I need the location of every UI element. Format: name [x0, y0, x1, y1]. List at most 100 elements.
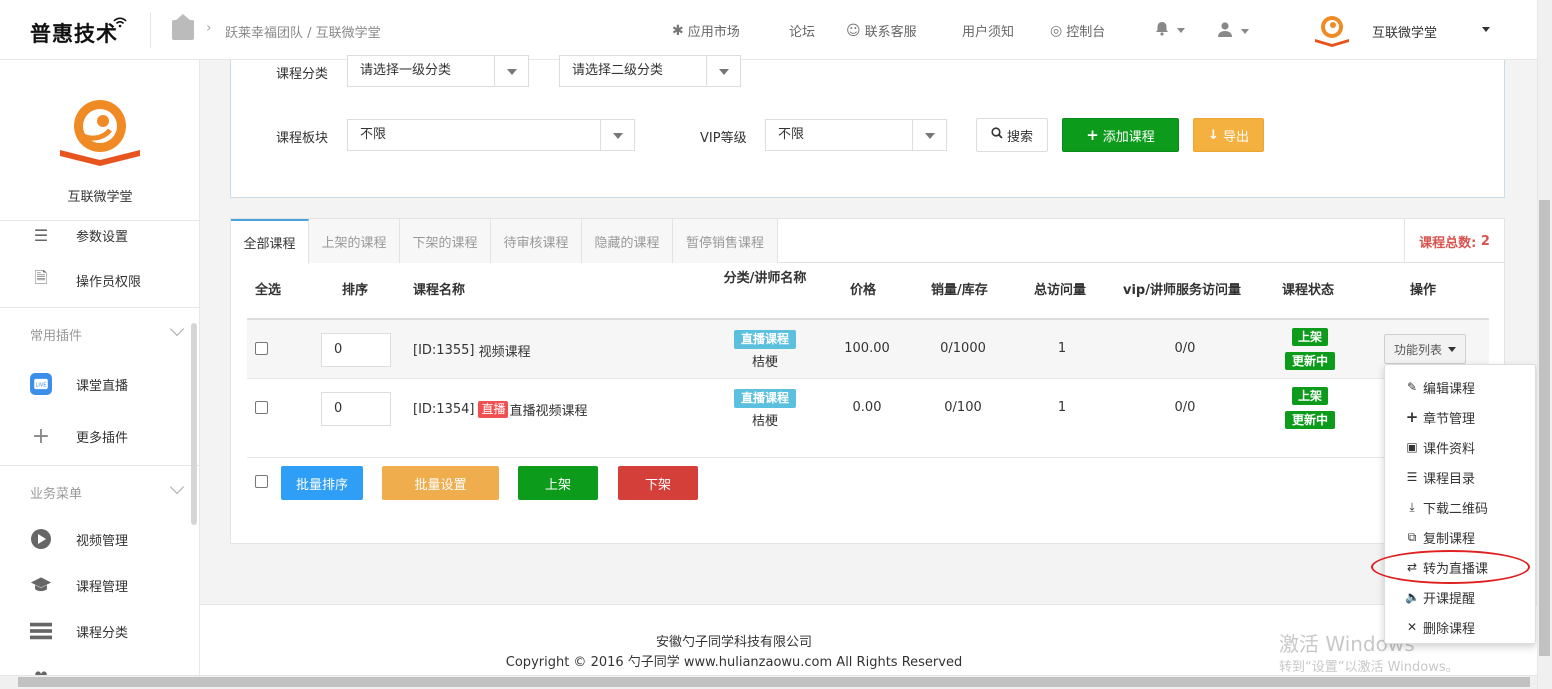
notifications-dropdown[interactable] — [1155, 21, 1185, 40]
nav-forum[interactable]: 论坛 — [789, 21, 815, 40]
sidebar-item-operator-permissions[interactable]: 🗎 操作员权限 — [0, 260, 196, 300]
windows-watermark-subtitle: 转到“设置”以激活 Windows。 — [1279, 660, 1459, 675]
header-divider — [150, 12, 151, 48]
vip-visits-cell: 0/0 — [1174, 400, 1196, 415]
caret-down-icon — [706, 56, 740, 86]
header-user-name[interactable]: 互联微学堂 — [1372, 22, 1437, 41]
visits-cell: 1 — [1057, 341, 1067, 356]
chevron-down-icon[interactable] — [169, 321, 185, 337]
menu-item-delete-course[interactable]: ✕ 删除课程 — [1385, 612, 1535, 642]
chevron-down-icon[interactable] — [169, 479, 185, 495]
sidebar-group-plugins[interactable]: 常用插件 — [30, 325, 82, 344]
tab-all[interactable]: 全部课程 — [231, 219, 309, 264]
course-name[interactable]: [ID:1355] 视频课程 — [413, 341, 531, 360]
live-tv-icon: LIVE — [30, 373, 52, 395]
dashboard-icon: ◎ — [1050, 22, 1063, 39]
category2-select[interactable]: 请选择二级分类 — [559, 55, 741, 87]
sidebar-scrollbar[interactable] — [191, 323, 197, 525]
sidebar-item-settings[interactable]: ☰ 参数设置 — [0, 215, 196, 255]
vertical-scrollbar-thumb[interactable] — [1539, 200, 1550, 656]
nav-support[interactable]: ☺ 联系客服 — [846, 21, 917, 41]
sort-input[interactable]: 0 — [321, 392, 391, 426]
sidebar-item-partial[interactable]: ♥ — [0, 657, 196, 676]
category1-select[interactable]: 请选择一级分类 — [347, 55, 529, 87]
add-course-button[interactable]: + 添加课程 — [1062, 118, 1179, 152]
select-value: 不限 — [360, 127, 387, 142]
sidebar-group-business[interactable]: 业务菜单 — [30, 483, 82, 502]
th-select-all[interactable]: 全选 — [255, 279, 281, 298]
button-label: 添加课程 — [1102, 129, 1155, 145]
vip-select[interactable]: 不限 — [765, 119, 947, 151]
plus-icon: + — [1405, 408, 1419, 426]
horizontal-scrollbar-thumb[interactable] — [18, 677, 1530, 687]
tab-pending[interactable]: 待审核课程 — [491, 219, 582, 263]
function-list-button[interactable]: 功能列表 — [1384, 334, 1466, 364]
status-badge: 更新中 — [1285, 411, 1335, 429]
nav-label: 用户须知 — [962, 25, 1015, 40]
nav-user-notice[interactable]: 用户须知 — [962, 21, 1014, 40]
divider — [0, 307, 199, 308]
menu-label: 章节管理 — [1423, 411, 1476, 427]
sidebar-item-label: 课堂直播 — [76, 378, 129, 394]
row-checkbox[interactable] — [255, 401, 268, 414]
tab-hidden[interactable]: 隐藏的课程 — [582, 219, 673, 263]
caret-down-icon — [1241, 28, 1249, 34]
menu-item-download-qrcode[interactable]: ⤓ 下载二维码 — [1385, 492, 1535, 522]
batch-unlist-button[interactable]: 下架 — [618, 466, 698, 500]
menu-item-copy-course[interactable]: ⧉ 复制课程 — [1385, 522, 1535, 552]
batch-select-checkbox[interactable] — [255, 475, 268, 488]
row-checkbox[interactable] — [255, 342, 268, 355]
sidebar-item-live[interactable]: LIVE 课堂直播 — [0, 364, 196, 404]
category-badge: 直播课程 — [734, 389, 796, 408]
select-value: 请选择一级分类 — [360, 63, 452, 78]
th-course-name: 课程名称 — [413, 283, 466, 298]
th-category: 分类/讲师名称 — [723, 271, 807, 286]
tab-paused[interactable]: 暂停销售课程 — [673, 219, 778, 263]
filter-panel: 课程分类 请选择一级分类 请选择二级分类 课程板块 不限 VIP等级 不限 — [230, 55, 1505, 198]
menu-item-class-reminder[interactable]: 🔈 开课提醒 — [1385, 582, 1535, 612]
tab-listed[interactable]: 上架的课程 — [309, 219, 400, 263]
search-button[interactable]: 搜索 — [976, 118, 1048, 152]
button-label: 搜索 — [1006, 129, 1033, 145]
batch-list-button[interactable]: 上架 — [518, 466, 598, 500]
sidebar-item-label: 课程分类 — [76, 625, 129, 641]
menu-item-course-catalog[interactable]: ☰ 课程目录 — [1385, 462, 1535, 492]
menu-item-course-materials[interactable]: ▣ 课件资料 — [1385, 432, 1535, 462]
footer-copyright: Copyright © 2016 勺子同学 www.hulianzaowu.co… — [505, 655, 963, 670]
export-button[interactable]: ↓ 导出 — [1193, 118, 1264, 152]
menu-item-chapter-management[interactable]: + 章节管理 — [1385, 402, 1535, 432]
th-price: 价格 — [850, 283, 877, 298]
smile-icon: ☺ — [846, 22, 861, 39]
nav-app-market[interactable]: ✱ 应用市场 — [672, 21, 740, 41]
caret-down-icon[interactable] — [1482, 27, 1490, 32]
sidebar-item-video[interactable]: 视频管理 — [0, 519, 196, 559]
caret-down-icon — [1448, 346, 1456, 352]
sidebar-item-category[interactable]: 课程分类 — [0, 611, 196, 651]
batch-settings-button[interactable]: 批量设置 — [382, 466, 499, 500]
nav-console[interactable]: ◎ 控制台 — [1050, 21, 1105, 41]
chevron-right-icon: › — [206, 20, 212, 36]
wifi-icon — [112, 14, 128, 31]
highlight-annotation-circle — [1371, 550, 1530, 584]
list-icon: ☰ — [1406, 470, 1418, 484]
tab-unlisted[interactable]: 下架的课程 — [400, 219, 491, 263]
live-badge: 直播 — [478, 401, 509, 418]
play-circle-icon — [30, 528, 52, 550]
caret-down-icon — [494, 56, 528, 86]
menu-item-edit-course[interactable]: ✎ 编辑课程 — [1385, 372, 1535, 402]
batch-sort-button[interactable]: 批量排序 — [281, 466, 363, 500]
sort-input[interactable]: 0 — [321, 333, 391, 367]
divider — [0, 465, 199, 466]
breadcrumb[interactable]: 跃莱幸福团队 / 互联微学堂 — [225, 22, 381, 41]
home-icon[interactable] — [172, 14, 194, 40]
download-icon: ⤓ — [1409, 499, 1415, 514]
avatar[interactable] — [1312, 13, 1352, 47]
course-name[interactable]: [ID:1354] 直播 直播视频课程 — [413, 400, 587, 419]
sidebar-item-course[interactable]: 课程管理 — [0, 565, 196, 605]
sidebar-item-more-plugins[interactable]: + 更多插件 — [0, 416, 196, 456]
section-select[interactable]: 不限 — [347, 119, 635, 151]
user-icon — [1217, 21, 1233, 41]
th-sales: 销量/库存 — [931, 283, 988, 298]
vip-label: VIP等级 — [700, 131, 747, 146]
user-dropdown[interactable] — [1217, 21, 1249, 41]
